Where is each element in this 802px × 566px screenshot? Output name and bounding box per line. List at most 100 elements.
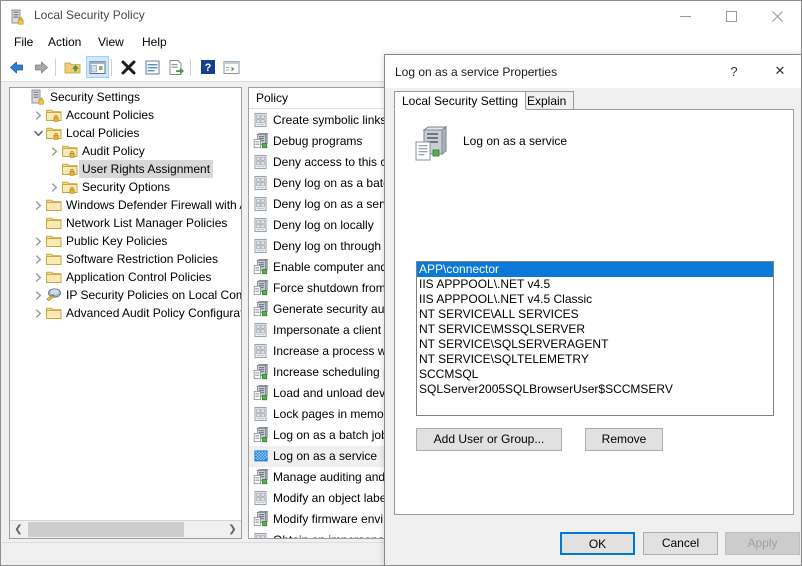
tree-item-application-control-policies[interactable]: Application Control Policies <box>10 268 241 286</box>
account-list-item[interactable]: NT SERVICE\SQLSERVERAGENT <box>417 337 773 352</box>
folder-lock-icon <box>46 107 62 123</box>
policy-list-item[interactable]: Log on as a batch job <box>249 425 386 446</box>
tree-item-ip-security-policies-on-local-compute[interactable]: IP Security Policies on Local Compute <box>10 286 241 304</box>
chevron-right-icon[interactable] <box>31 106 45 124</box>
tree-item-software-restriction-policies[interactable]: Software Restriction Policies <box>10 250 241 268</box>
help-button[interactable]: ? <box>196 56 219 78</box>
account-list-item[interactable]: IIS APPPOOL\.NET v4.5 <box>417 277 773 292</box>
chevron-right-icon[interactable] <box>31 196 45 214</box>
account-list-item[interactable]: SCCMSQL <box>417 367 773 382</box>
tab-local-security-setting[interactable]: Local Security Setting <box>394 91 527 110</box>
tree-item-network-list-manager-policies[interactable]: Network List Manager Policies <box>10 214 241 232</box>
chevron-right-icon[interactable] <box>31 268 45 286</box>
tree-item-audit-policy[interactable]: Audit Policy <box>10 142 241 160</box>
dialog-close-button[interactable]: ✕ <box>760 55 800 87</box>
policy-list-item[interactable]: Increase scheduling p <box>249 362 386 383</box>
tree-item-security-options[interactable]: Security Options <box>10 178 241 196</box>
back-button[interactable] <box>5 56 28 78</box>
menu-file[interactable]: File <box>7 34 40 51</box>
maximize-button[interactable] <box>708 1 754 31</box>
chevron-right-icon <box>35 236 41 246</box>
tab-explain[interactable]: Explain <box>519 91 575 110</box>
remove-button[interactable]: Remove <box>585 428 663 451</box>
policy-list-item[interactable]: Deny log on as a serv <box>249 194 386 215</box>
policy-list-item-label: Create symbolic links <box>273 113 386 127</box>
svg-text:?: ? <box>204 62 211 74</box>
export-list-button[interactable] <box>165 56 188 78</box>
delete-button[interactable] <box>117 56 140 78</box>
minimize-button[interactable] <box>662 1 708 31</box>
add-user-or-group-button[interactable]: Add User or Group... <box>416 428 562 451</box>
tree-horizontal-scrollbar[interactable]: ❮ ❯ <box>10 520 241 538</box>
accounts-listbox[interactable]: APP\connector IIS APPPOOL\.NET v4.5 IIS AP… <box>416 261 774 416</box>
policy-list-item[interactable]: Enable computer and <box>249 257 386 278</box>
policy-list-item[interactable]: Log on as a service <box>249 446 386 467</box>
policy-list-item-label: Log on as a batch job <box>273 428 386 442</box>
up-folder-button[interactable] <box>61 56 84 78</box>
menu-action[interactable]: Action <box>41 34 88 51</box>
chevron-down-icon[interactable] <box>31 124 45 142</box>
account-list-item[interactable]: NT SERVICE\MSSQLSERVER <box>417 322 773 337</box>
account-list-item[interactable]: NT SERVICE\ALL SERVICES <box>417 307 773 322</box>
tree-item-security-settings[interactable]: Security Settings <box>10 88 241 106</box>
account-list-item[interactable]: SQLServer2005SQLBrowserUser$SCCMSERV <box>417 382 773 397</box>
chevron-right-icon[interactable] <box>31 232 45 250</box>
policy-list-item-label: Load and unload devi <box>273 386 386 400</box>
scrollbar-thumb[interactable] <box>28 522 184 537</box>
account-list-item[interactable]: NT SERVICE\SQLTELEMETRY <box>417 352 773 367</box>
folder-icon <box>46 233 62 249</box>
policy-list-item[interactable]: Force shutdown from <box>249 278 386 299</box>
show-contents-button[interactable] <box>220 56 243 78</box>
tree-item-windows-defender-firewall-with-adva[interactable]: Windows Defender Firewall with Adva <box>10 196 241 214</box>
policy-list-item-label: Deny log on locally <box>273 218 374 232</box>
policy-list-item[interactable]: Lock pages in memor <box>249 404 386 425</box>
folder-icon <box>46 197 62 213</box>
tree-item-user-rights-assignment[interactable]: User Rights Assignment <box>10 160 241 178</box>
folder-icon <box>46 305 62 321</box>
chevron-right-icon[interactable] <box>31 304 45 322</box>
scroll-right-icon[interactable]: ❯ <box>224 521 241 538</box>
folder-lock-icon <box>62 161 78 177</box>
chevron-right-icon <box>35 110 41 120</box>
close-button[interactable] <box>754 1 800 31</box>
dialog-help-button[interactable]: ? <box>714 55 754 87</box>
policy-list-item[interactable]: Impersonate a client <box>249 320 386 341</box>
tree-item-account-policies[interactable]: Account Policies <box>10 106 241 124</box>
chevron-right-icon[interactable] <box>31 250 45 268</box>
account-list-item[interactable]: APP\connector <box>417 262 773 277</box>
chevron-right-icon[interactable] <box>31 286 45 304</box>
policy-list-item[interactable]: Modify an object labe <box>249 488 386 509</box>
forward-button[interactable] <box>30 56 53 78</box>
help-icon: ? <box>200 60 215 74</box>
policy-list-item[interactable]: Manage auditing and <box>249 467 386 488</box>
policy-user-icon <box>253 217 269 233</box>
policy-list-item[interactable]: Modify firmware envi <box>249 509 386 530</box>
properties-button[interactable] <box>141 56 164 78</box>
policy-list-item[interactable]: Obtain an impersonat <box>249 530 386 538</box>
policy-list-item-label: Obtain an impersonat <box>273 533 386 538</box>
tree-item-local-policies[interactable]: Local Policies <box>10 124 241 142</box>
properties-icon <box>145 60 160 74</box>
policy-list-item[interactable]: Load and unload devi <box>249 383 386 404</box>
policy-list-item[interactable]: Increase a process wo <box>249 341 386 362</box>
scroll-left-icon[interactable]: ❮ <box>10 521 27 538</box>
menu-help[interactable]: Help <box>135 34 174 51</box>
policy-list-item[interactable]: Deny log on as a batc <box>249 173 386 194</box>
policy-list-item[interactable]: Deny log on through <box>249 236 386 257</box>
policy-list-item[interactable]: Generate security aud <box>249 299 386 320</box>
policy-user-icon <box>253 490 269 506</box>
policy-list-item[interactable]: Deny log on locally <box>249 215 386 236</box>
chevron-right-icon[interactable] <box>47 178 61 196</box>
tree-item-advanced-audit-policy-configuration[interactable]: Advanced Audit Policy Configuration <box>10 304 241 322</box>
menu-view[interactable]: View <box>91 34 131 51</box>
policy-list-item[interactable]: Deny access to this co <box>249 152 386 173</box>
tree-item-public-key-policies[interactable]: Public Key Policies <box>10 232 241 250</box>
ok-button[interactable]: OK <box>560 532 635 555</box>
cancel-button[interactable]: Cancel <box>643 532 718 555</box>
account-list-item[interactable]: IIS APPPOOL\.NET v4.5 Classic <box>417 292 773 307</box>
policy-list-item[interactable]: Debug programs <box>249 131 386 152</box>
policy-list-header[interactable]: Policy <box>249 88 386 109</box>
show-hide-tree-button[interactable] <box>86 56 109 78</box>
chevron-right-icon[interactable] <box>47 142 61 160</box>
policy-list-item[interactable]: Create symbolic links <box>249 110 386 131</box>
